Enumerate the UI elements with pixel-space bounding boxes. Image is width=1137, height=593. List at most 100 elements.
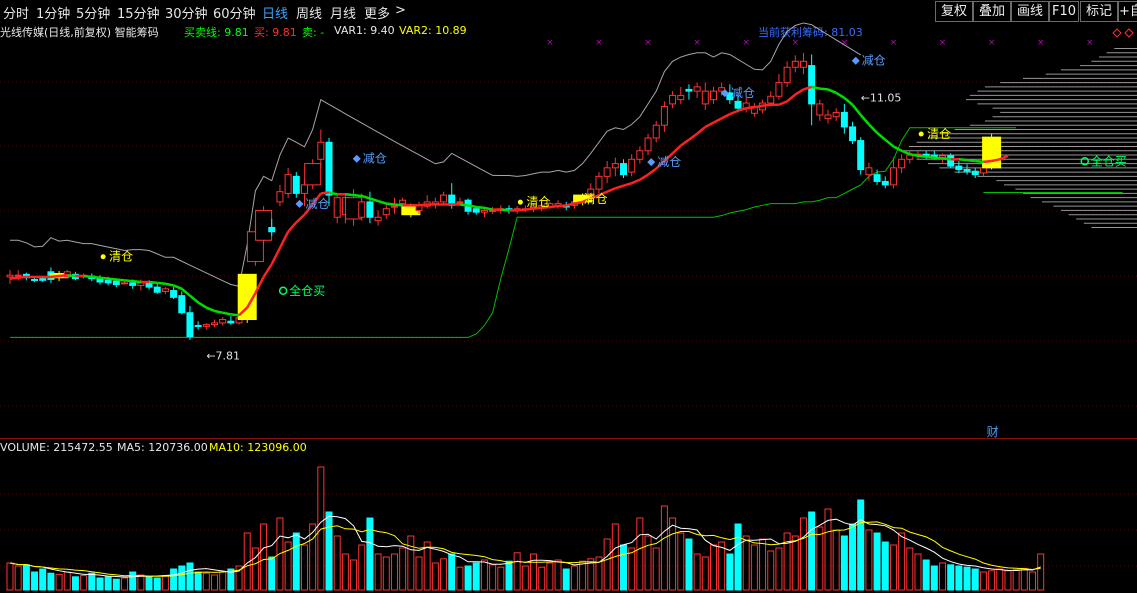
volume-bar (734, 523, 742, 591)
signal-ring (278, 286, 288, 296)
volume-bar (505, 560, 513, 591)
buysell-line-segment (148, 280, 158, 285)
volume-bar (202, 572, 210, 591)
volume-bar (423, 541, 431, 591)
cross-marker: × (1086, 38, 1094, 48)
volume-bar (701, 556, 709, 591)
volume-bar (628, 547, 636, 591)
candle-body (366, 201, 374, 218)
buysell-line-segment (851, 103, 862, 116)
volume-bar (440, 558, 448, 591)
volume-bar (260, 523, 268, 591)
candle-body (628, 158, 636, 173)
buysell-line-segment (917, 154, 927, 158)
volume-bar (112, 578, 120, 591)
kline-chart[interactable]: × × × × × × × × × × × ×清仓全仓买减仓减仓清仓 清仓减仓减仓减仓清仓全仓买←7.8… (0, 0, 1137, 593)
buysell-line-segment (975, 159, 984, 164)
cross-marker: × (939, 38, 947, 48)
buysell-line-segment (320, 191, 330, 195)
buysell-line-segment (91, 275, 101, 279)
candle-body (194, 324, 202, 327)
buysell-line-segment (778, 100, 788, 106)
volume-bar (808, 511, 816, 591)
volume-bar (472, 562, 480, 591)
volume-bar (39, 568, 47, 591)
volume-bar (791, 535, 799, 591)
signal-diamond (352, 154, 361, 163)
volume-bar (464, 565, 472, 591)
candle-body (161, 288, 169, 292)
volume-bar (979, 571, 987, 591)
volume-bar (137, 574, 145, 591)
buysell-line-segment (278, 231, 290, 249)
volume-bar (1037, 553, 1045, 591)
cross-marker: × (644, 38, 652, 48)
candle-body (170, 290, 178, 298)
volume-bar (644, 535, 652, 591)
candle-body (832, 111, 840, 118)
volume-bar (963, 566, 971, 591)
buysell-line-segment (361, 194, 371, 200)
volume-bar (570, 565, 578, 591)
candle-body (390, 205, 398, 208)
signal-label: 清仓 (109, 250, 133, 264)
candle-body (979, 167, 987, 174)
volume-bar (636, 517, 644, 591)
buysell-line-segment (418, 203, 428, 207)
buysell-line-segment (762, 103, 771, 107)
buysell-line-segment (647, 167, 657, 176)
volume-bar (775, 547, 783, 591)
cross-marker: × (595, 38, 603, 48)
volume-bar (840, 535, 848, 591)
buysell-line-segment (99, 276, 109, 280)
volume-bar (88, 572, 96, 591)
candle-body (644, 137, 652, 152)
volume-bar (898, 532, 906, 591)
candle-body (709, 90, 717, 101)
volume-bar (22, 564, 30, 591)
buysell-line-segment (574, 200, 583, 205)
candle-body (456, 201, 464, 204)
volume-bar (448, 553, 456, 591)
candle-body (808, 65, 816, 105)
volume-bar (906, 547, 914, 591)
candle-body (840, 111, 848, 128)
volume-bar (873, 532, 881, 591)
candle-body (480, 209, 488, 213)
buysell-line-segment (484, 206, 493, 211)
candle-body (300, 184, 308, 194)
buysell-line-segment (377, 199, 387, 205)
volume-bar (55, 573, 63, 591)
candle-body (611, 163, 619, 169)
volume-bar (849, 523, 857, 591)
signal-label: 减仓 (363, 152, 387, 166)
candle-body (333, 197, 341, 218)
buysell-line-segment (565, 202, 575, 207)
candle-body (898, 158, 906, 169)
buysell-line-segment (180, 287, 191, 297)
volume-bar (211, 574, 218, 591)
volume-bar (530, 553, 538, 591)
candle-body (284, 174, 292, 194)
volume-bar (857, 499, 865, 591)
candle-body (775, 82, 783, 97)
candle-body (317, 141, 325, 160)
buysell-line-segment (926, 155, 935, 159)
candle-body (652, 124, 660, 139)
cross-marker: × (988, 38, 996, 48)
candle-body (767, 95, 775, 104)
volume-bar (251, 547, 259, 591)
candle-body (799, 60, 807, 68)
volume-bar (955, 565, 963, 591)
volume-bar (889, 544, 897, 591)
volume-bar (480, 559, 488, 591)
volume-bar (685, 538, 693, 591)
buysell-line-segment (606, 187, 616, 193)
volume-value: VOLUME: 215472.55 (0, 441, 113, 454)
volume-bar (988, 570, 996, 591)
buysell-line-segment (843, 96, 854, 106)
volume-bar (1012, 569, 1020, 591)
volume-bar (603, 538, 611, 591)
buysell-line-segment (214, 309, 223, 314)
volume-bar (620, 544, 627, 591)
